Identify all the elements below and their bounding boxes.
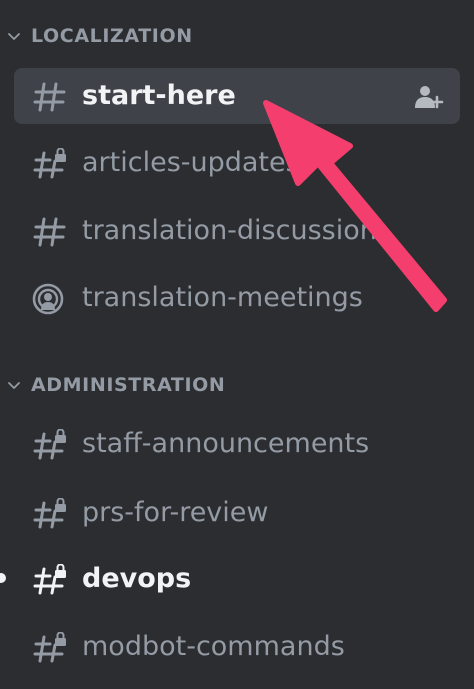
category-label: LOCALIZATION — [31, 25, 193, 47]
channel-label: prs-for-review — [82, 497, 269, 528]
stage-icon — [32, 283, 64, 315]
hash-lock-icon — [33, 429, 66, 460]
channel-devops[interactable]: devops — [14, 551, 460, 607]
channel-label: staff-announcements — [82, 428, 370, 459]
create-invite-icon[interactable] — [414, 84, 444, 110]
unread-indicator — [0, 573, 6, 583]
channel-label: articles-updates — [82, 147, 300, 178]
channel-modbot-commands[interactable]: modbot-commands — [14, 619, 460, 675]
channel-label: start-here — [82, 80, 236, 111]
category-label: ADMINISTRATION — [31, 374, 226, 396]
channel-translation-discussion[interactable]: translation-discussion — [14, 203, 460, 259]
channel-translation-meetings[interactable]: translation-meetings — [14, 270, 460, 326]
category-administration[interactable]: ADMINISTRATION — [0, 370, 474, 400]
channel-staff-announcements[interactable]: staff-announcements — [14, 416, 460, 472]
channel-articles-updates[interactable]: articles-updates — [14, 135, 460, 191]
channel-label: devops — [82, 563, 192, 594]
hash-lock-icon — [33, 564, 66, 595]
channel-prs-for-review[interactable]: prs-for-review — [14, 485, 460, 541]
category-localization[interactable]: LOCALIZATION — [0, 21, 474, 51]
channel-label: translation-discussion — [82, 215, 377, 246]
channel-start-here[interactable]: start-here — [14, 68, 460, 124]
chevron-down-icon — [8, 33, 20, 40]
hash-icon — [33, 82, 66, 112]
hash-lock-icon — [33, 148, 66, 179]
channel-label: modbot-commands — [82, 631, 345, 662]
hash-icon — [33, 217, 66, 247]
hash-lock-icon — [33, 498, 66, 529]
chevron-down-icon — [8, 382, 20, 389]
channel-label: translation-meetings — [82, 282, 363, 313]
hash-lock-icon — [33, 632, 66, 663]
